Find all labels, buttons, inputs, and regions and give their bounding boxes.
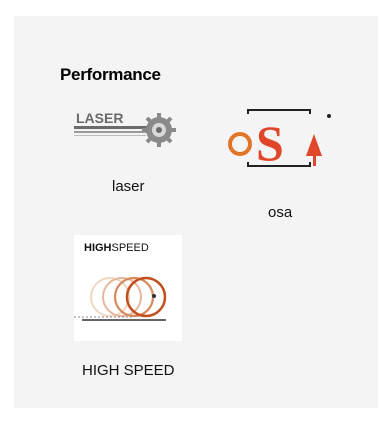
laser-logo: LASER bbox=[74, 106, 180, 160]
high-speed-logo-regular: SPEED bbox=[112, 242, 149, 254]
high-speed-caption: HIGH SPEED bbox=[82, 362, 175, 379]
osa-logo: S bbox=[226, 108, 336, 171]
high-speed-logo-bold: HIGH bbox=[84, 242, 112, 254]
osa-caption: osa bbox=[268, 204, 293, 221]
svg-text:HIGHSPEED: HIGHSPEED bbox=[84, 242, 149, 254]
section-title: Performance bbox=[60, 65, 161, 84]
high-speed-circles-icon: HIGHSPEED bbox=[74, 242, 167, 321]
laser-gear-icon: LASER bbox=[74, 110, 176, 147]
svg-text:S: S bbox=[256, 115, 284, 170]
laser-caption: laser bbox=[112, 178, 145, 195]
laser-logo-text: LASER bbox=[76, 110, 123, 126]
osa-logo-icon: S bbox=[228, 109, 331, 171]
high-speed-logo: HIGHSPEED bbox=[74, 235, 182, 341]
